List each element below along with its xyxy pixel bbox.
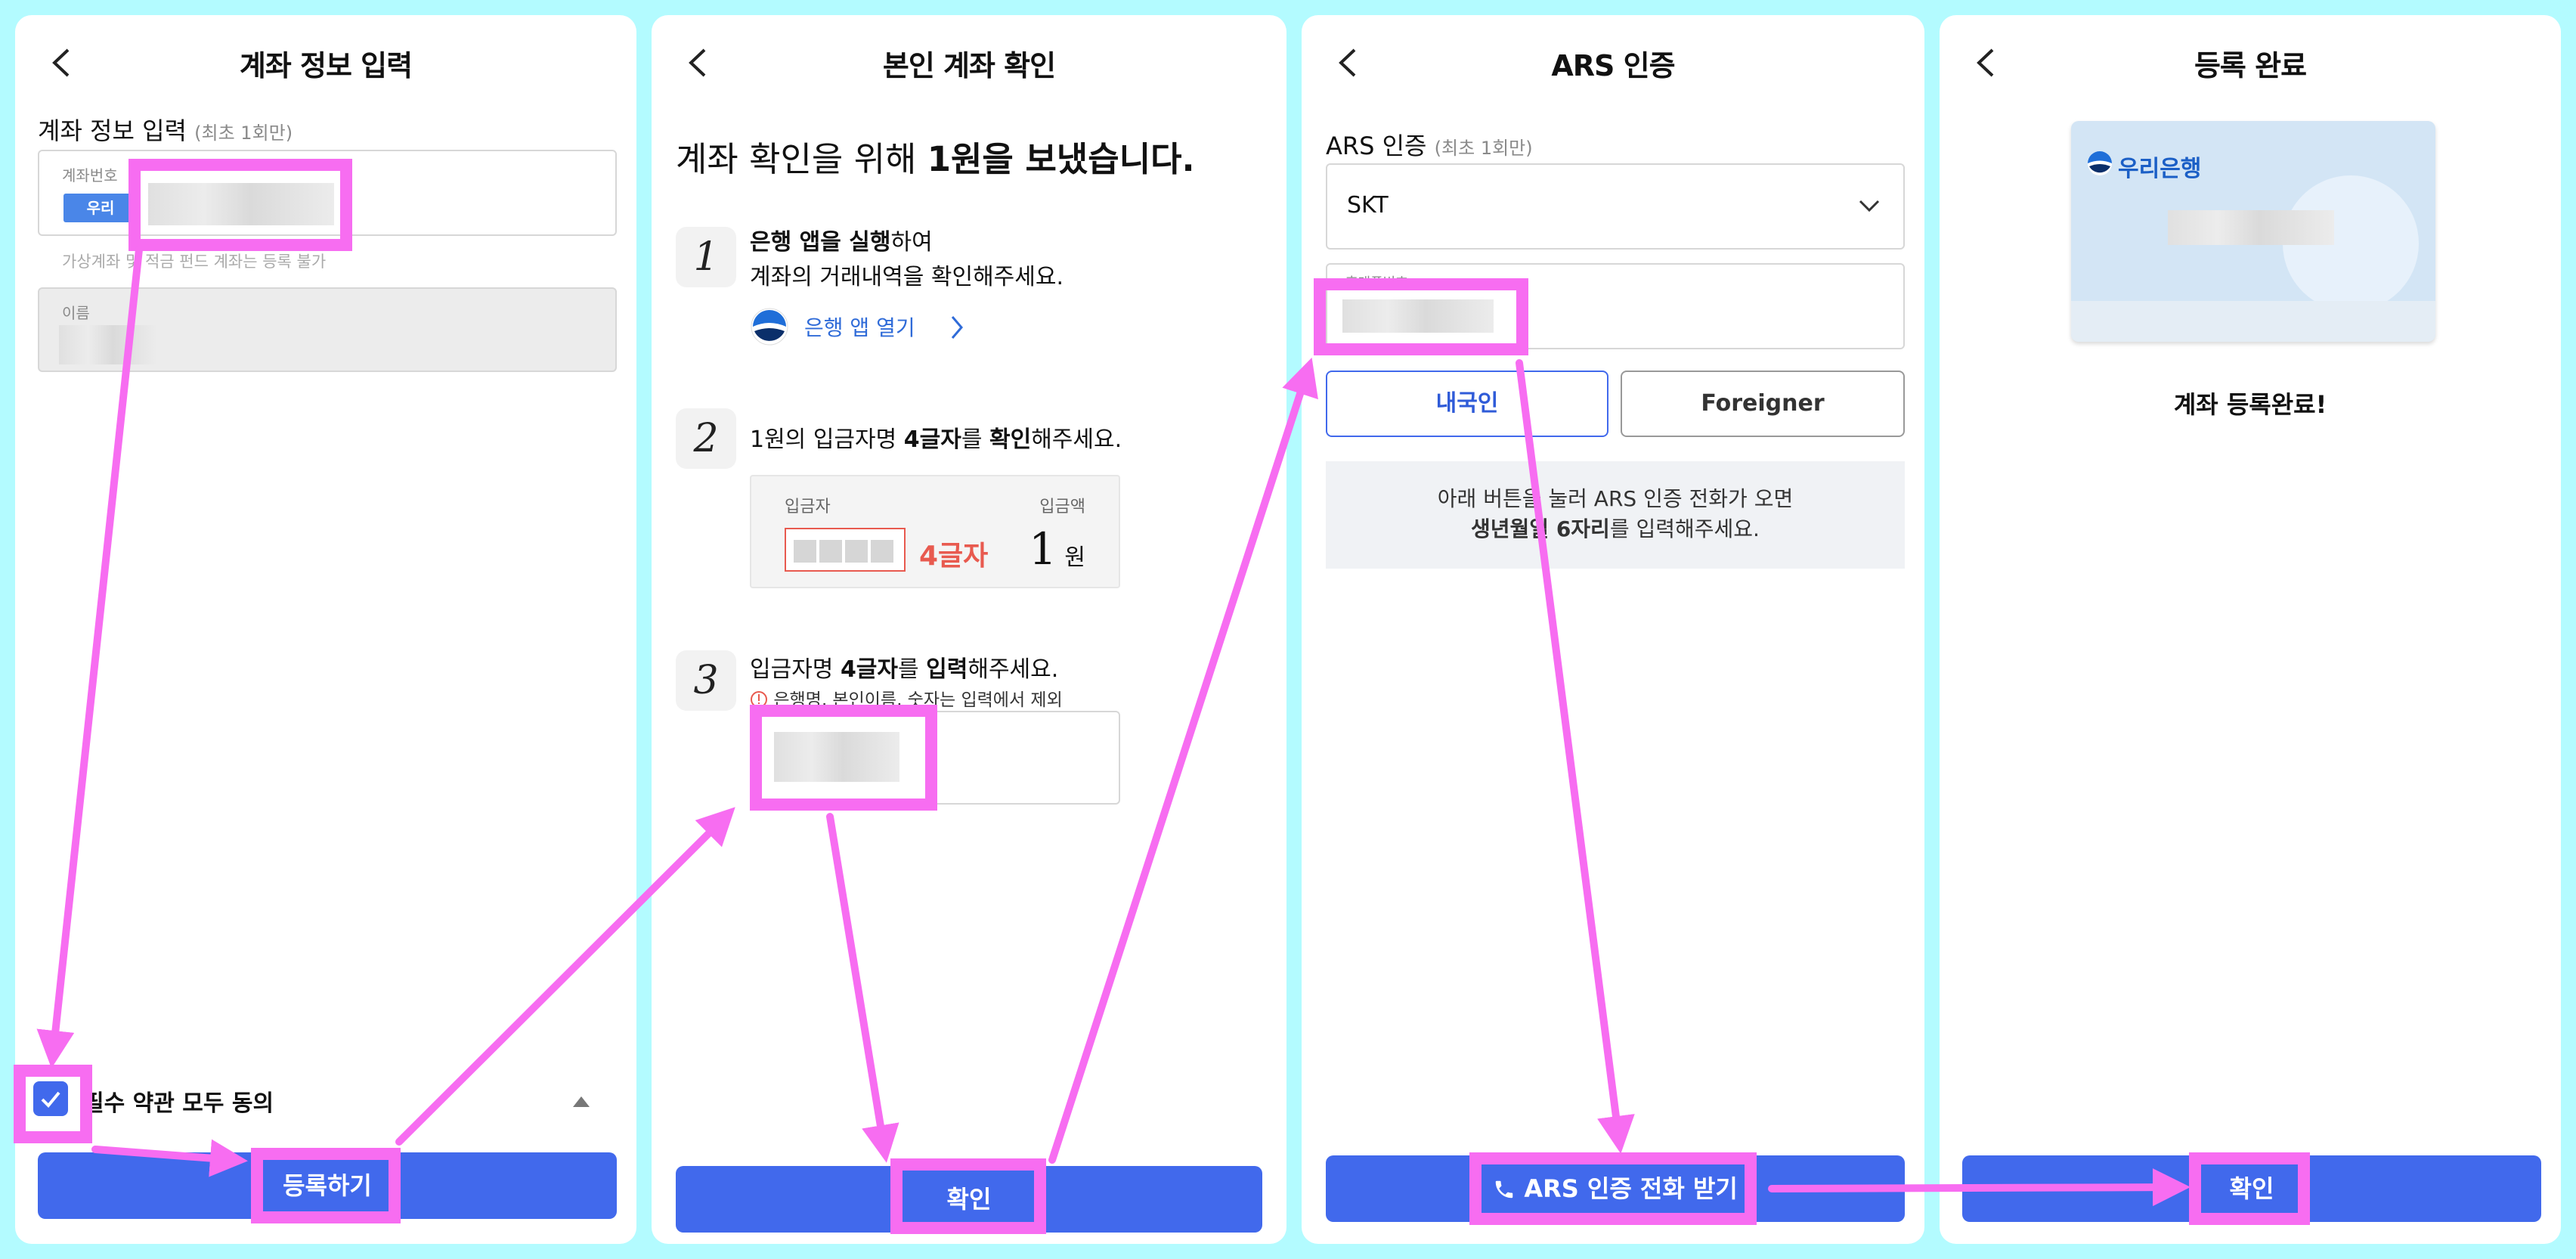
depositor-label: 입금자 [785,498,831,516]
section-label: 계좌 정보 입력 (최초 1회만) [38,116,293,145]
name-field-label: 이름 [62,304,90,322]
page-title: 등록 완료 [2194,49,2307,82]
amount-unit: 원 [1064,544,1085,571]
account-note: 가상계좌 및 적금 펀드 계좌는 등록 불가 [62,253,327,271]
bank-card: 우리은행 [2071,121,2435,342]
carrier-value: SKT [1347,192,1389,219]
step-3-text: 입금자명 4글자를 입력해주세요. [750,656,1059,683]
screen-registration-complete: 등록 완료 우리은행 계좌 등록완료! 확인 [1940,15,2561,1244]
highlight-register-button [251,1148,401,1223]
four-chars-label: 4글자 [919,541,989,572]
step-2-text: 1원의 입금자명 4글자를 확인해주세요. [750,426,1122,453]
depositor-name-box [785,528,906,572]
highlight-phone-number [1314,278,1528,355]
section-label: ARS 인증 (최초 1회만) [1326,132,1533,160]
page-title: 본인 계좌 확인 [882,49,1056,82]
collapse-arrow-icon[interactable] [571,1095,591,1109]
ars-info-box: 아래 버튼을 눌러 ARS 인증 전화가 오면 생년월일 6자리를 입력해주세요… [1326,461,1905,569]
highlight-confirm-button-2 [890,1158,1046,1234]
screen-account-verify: 본인 계좌 확인 계좌 확인을 위해 1원을 보냈습니다. 1 은행 앱을 실행… [652,15,1286,1244]
bank-logo-icon [751,308,788,346]
bank-chip[interactable]: 우리 [63,194,138,222]
highlight-confirm-button-4 [2189,1152,2310,1225]
account-field-label: 계좌번호 [62,166,118,185]
completion-message: 계좌 등록완료! [2173,390,2327,419]
chevron-down-icon [1859,200,1880,212]
step-2-number: 2 [676,408,736,469]
page-title: 계좌 정보 입력 [239,49,413,82]
headline: 계좌 확인을 위해 1원을 보냈습니다. [676,139,1195,179]
bank-logo-icon [2088,151,2112,175]
card-account-number [2168,210,2334,245]
domestic-button[interactable]: 내국인 [1326,371,1608,437]
carrier-select[interactable]: SKT [1326,163,1905,250]
highlight-account-number [128,159,352,251]
chevron-right-icon [951,316,963,339]
foreigner-button[interactable]: Foreigner [1621,371,1905,437]
step-3-number: 3 [676,650,736,711]
step-1-text: 은행 앱을 실행하여 계좌의 거래내역을 확인해주세요. [750,229,1064,290]
amount-value: 1 [1029,523,1057,575]
highlight-depositor-input [750,705,937,811]
highlight-agree-checkbox [14,1065,92,1143]
agree-label: 필수 약관 모두 동의 [83,1090,274,1117]
screen-ars-auth: ARS 인증 ARS 인증 (최초 1회만) SKT 휴대폰번호 내국인 For… [1302,15,1924,1244]
name-field: 이름 [38,287,617,372]
step-1-number: 1 [676,227,736,287]
name-value [59,325,157,364]
deposit-example-card: 입금자 입금액 4글자 1 원 [750,475,1120,588]
amount-label: 입금액 [1039,498,1085,516]
highlight-ars-call-button [1469,1152,1757,1225]
page-title: ARS 인증 [1551,49,1675,82]
bank-name: 우리은행 [2118,156,2202,182]
